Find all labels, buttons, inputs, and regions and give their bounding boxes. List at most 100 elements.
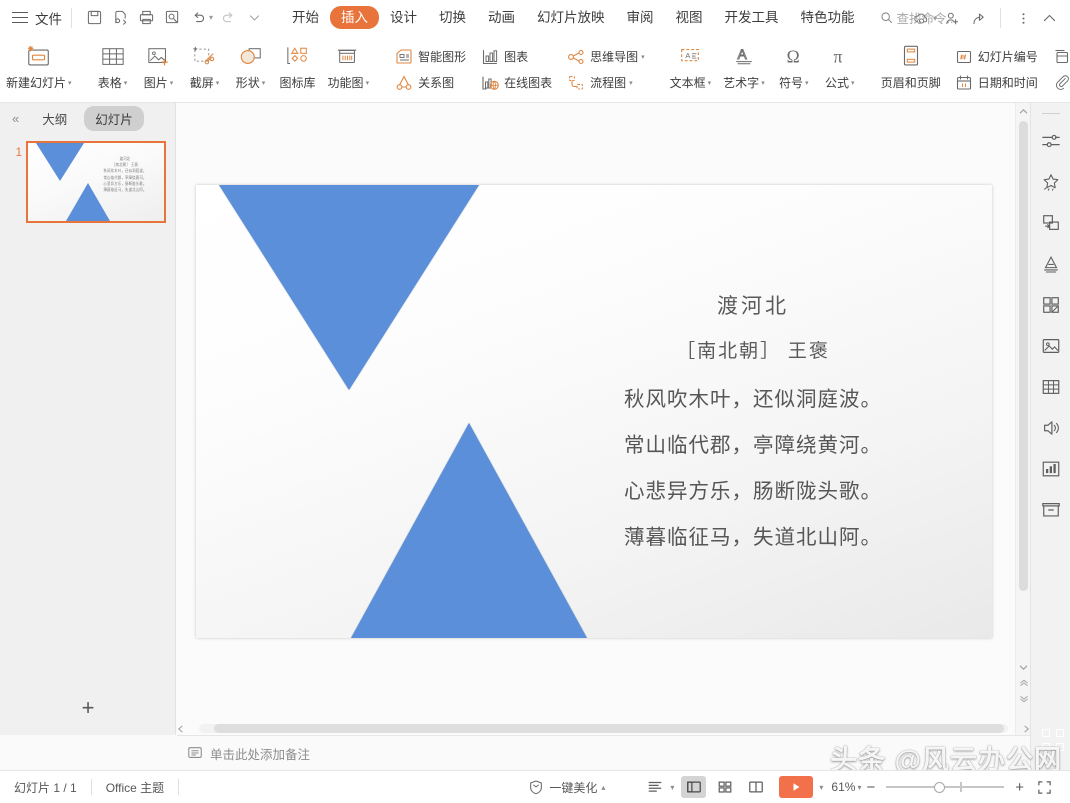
- main-menu-icon[interactable]: [12, 12, 28, 24]
- tab-design[interactable]: 设计: [379, 6, 428, 29]
- add-slide-button[interactable]: +: [0, 695, 176, 721]
- tab-start[interactable]: 开始: [281, 6, 330, 29]
- tab-animations[interactable]: 动画: [477, 6, 526, 29]
- reading-order-view-button[interactable]: [642, 776, 667, 798]
- beautify-icon[interactable]: [528, 779, 544, 795]
- tab-view[interactable]: 视图: [665, 6, 714, 29]
- triangle-down-shape[interactable]: [219, 185, 479, 390]
- zoom-out-button[interactable]: −: [861, 780, 880, 795]
- slide-number-button[interactable]: 幻灯片编号: [949, 44, 1043, 70]
- insert-picture-button[interactable]: 图片▾: [136, 38, 182, 91]
- print-icon[interactable]: [133, 5, 159, 31]
- zoom-slider[interactable]: [886, 779, 1004, 795]
- online-chart-button[interactable]: 在线图表: [475, 70, 557, 96]
- cloud-dropdown-icon[interactable]: ▾: [933, 14, 937, 23]
- customize-qat-icon[interactable]: [241, 5, 267, 31]
- textbox-button[interactable]: A 文本框▾: [664, 38, 718, 91]
- new-slide-button[interactable]: 新建幻灯片▾: [0, 38, 78, 91]
- undo-icon[interactable]: [185, 5, 211, 31]
- start-slideshow-button[interactable]: [779, 776, 813, 798]
- shapes-duplicate-icon[interactable]: [1036, 208, 1066, 238]
- theme-label[interactable]: Office 主题: [106, 779, 164, 796]
- zoom-in-button[interactable]: +: [1010, 780, 1029, 795]
- editor-vertical-scrollbar[interactable]: [1015, 103, 1030, 735]
- tab-slideshow[interactable]: 幻灯片放映: [526, 6, 616, 29]
- properties-sliders-icon[interactable]: [1036, 126, 1066, 156]
- beautify-label[interactable]: 一键美化: [549, 779, 597, 796]
- header-footer-button[interactable]: 页眉和页脚: [875, 38, 947, 91]
- beautify-dropdown-icon[interactable]: ▴: [601, 783, 605, 792]
- save-as-icon[interactable]: [107, 5, 133, 31]
- vertical-scroll-thumb[interactable]: [1019, 121, 1028, 591]
- cloud-sync-icon[interactable]: [909, 5, 935, 31]
- symbol-button[interactable]: Ω 符号▾: [771, 38, 817, 91]
- formula-button[interactable]: π 公式▾: [817, 38, 863, 91]
- attachment-button[interactable]: 附件: [1047, 70, 1070, 96]
- undo-dropdown-icon[interactable]: ▾: [209, 13, 213, 22]
- play-icon: [790, 781, 802, 793]
- attachment-icon: [1052, 73, 1070, 93]
- reading-view-button[interactable]: [743, 776, 768, 798]
- mindmap-button[interactable]: 思维导图▾: [561, 44, 650, 70]
- chart-button[interactable]: 图表: [475, 44, 557, 70]
- grid-four-icon[interactable]: [1036, 290, 1066, 320]
- file-menu-button[interactable]: 文件: [35, 8, 62, 28]
- function-chart-button[interactable]: 功能图▾: [322, 38, 376, 91]
- archive-box-icon[interactable]: [1036, 495, 1066, 525]
- normal-view-button[interactable]: [681, 776, 706, 798]
- slide-thumbnail-1[interactable]: 渡河北 ［南北朝］ 王褒 秋风吹木叶，还似洞庭波。 常山临代郡，亭障绕黄河。 心…: [26, 141, 166, 223]
- more-icon[interactable]: [1010, 5, 1036, 31]
- slide-canvas[interactable]: 渡河北 ［南北朝］ 王褒 秋风吹木叶，还似洞庭波。 常山临代郡，亭障绕黄河。 心…: [196, 185, 992, 638]
- slide-sorter-button[interactable]: [712, 776, 737, 798]
- object-button[interactable]: 对象: [1047, 44, 1070, 70]
- horizontal-scroll-track[interactable]: [199, 724, 1008, 733]
- mindmap-icon: [566, 47, 586, 67]
- horizontal-scroll-thumb[interactable]: [214, 724, 1004, 733]
- tab-outline[interactable]: 大纲: [31, 106, 78, 131]
- fit-to-window-button[interactable]: [1032, 776, 1057, 798]
- redo-icon[interactable]: [215, 5, 241, 31]
- wordart-a-icon[interactable]: [1036, 249, 1066, 279]
- date-time-button[interactable]: 日期和时间: [949, 70, 1043, 96]
- star-sparkle-icon[interactable]: [1036, 167, 1066, 197]
- tab-slides[interactable]: 幻灯片: [84, 106, 144, 131]
- print-preview-icon[interactable]: [159, 5, 185, 31]
- wordart-button[interactable]: A 艺术字▾: [717, 38, 771, 91]
- bar-chart-icon[interactable]: [1036, 454, 1066, 484]
- svg-text:A: A: [737, 46, 747, 62]
- image-icon[interactable]: [1036, 331, 1066, 361]
- tab-review[interactable]: 审阅: [616, 6, 665, 29]
- tab-developer[interactable]: 开发工具: [714, 6, 790, 29]
- shapes-button[interactable]: 形状▾: [228, 38, 274, 91]
- tab-features[interactable]: 特色功能: [790, 6, 866, 29]
- tab-insert[interactable]: 插入: [330, 6, 379, 29]
- slideshow-dropdown-icon[interactable]: ▾: [819, 783, 823, 792]
- collapse-ribbon-icon[interactable]: [1036, 5, 1062, 31]
- table-grid-icon[interactable]: [1036, 372, 1066, 402]
- zoom-level-label[interactable]: 61%: [831, 780, 855, 794]
- slide-count-label[interactable]: 幻灯片 1 / 1: [14, 779, 77, 796]
- add-user-icon[interactable]: [939, 5, 965, 31]
- next-slide-button[interactable]: [1016, 691, 1031, 707]
- scroll-up-button[interactable]: [1016, 103, 1031, 119]
- previous-slide-button[interactable]: [1016, 675, 1031, 691]
- view-dropdown-icon[interactable]: ▾: [670, 783, 674, 792]
- poem-textbox[interactable]: 渡河北 ［南北朝］ 王褒 秋风吹木叶，还似洞庭波。 常山临代郡，亭障绕黄河。 心…: [548, 290, 958, 561]
- tab-transitions[interactable]: 切换: [428, 6, 477, 29]
- flowchart-button[interactable]: 流程图▾: [561, 70, 650, 96]
- save-icon[interactable]: [81, 5, 107, 31]
- relation-diagram-button[interactable]: 关系图: [389, 70, 471, 96]
- new-slide-icon: [25, 42, 53, 72]
- editor-horizontal-scrollbar[interactable]: [177, 722, 1030, 735]
- share-icon[interactable]: [965, 5, 991, 31]
- collapse-left-icon[interactable]: «: [6, 111, 25, 126]
- ribbon-group-diagrams: 思维导图▾ 流程图▾: [559, 38, 652, 101]
- icon-library-button[interactable]: 图标库: [274, 38, 322, 91]
- screenshot-button[interactable]: 截屏▾: [182, 38, 228, 91]
- speaker-icon[interactable]: [1036, 413, 1066, 443]
- smartart-button[interactable]: 智能图形: [389, 44, 471, 70]
- insert-table-button[interactable]: 表格▾: [90, 38, 136, 91]
- scroll-down-button[interactable]: [1016, 659, 1031, 675]
- zoom-slider-knob[interactable]: [934, 782, 945, 793]
- notes-pane[interactable]: 单击此处添加备注: [177, 735, 1030, 770]
